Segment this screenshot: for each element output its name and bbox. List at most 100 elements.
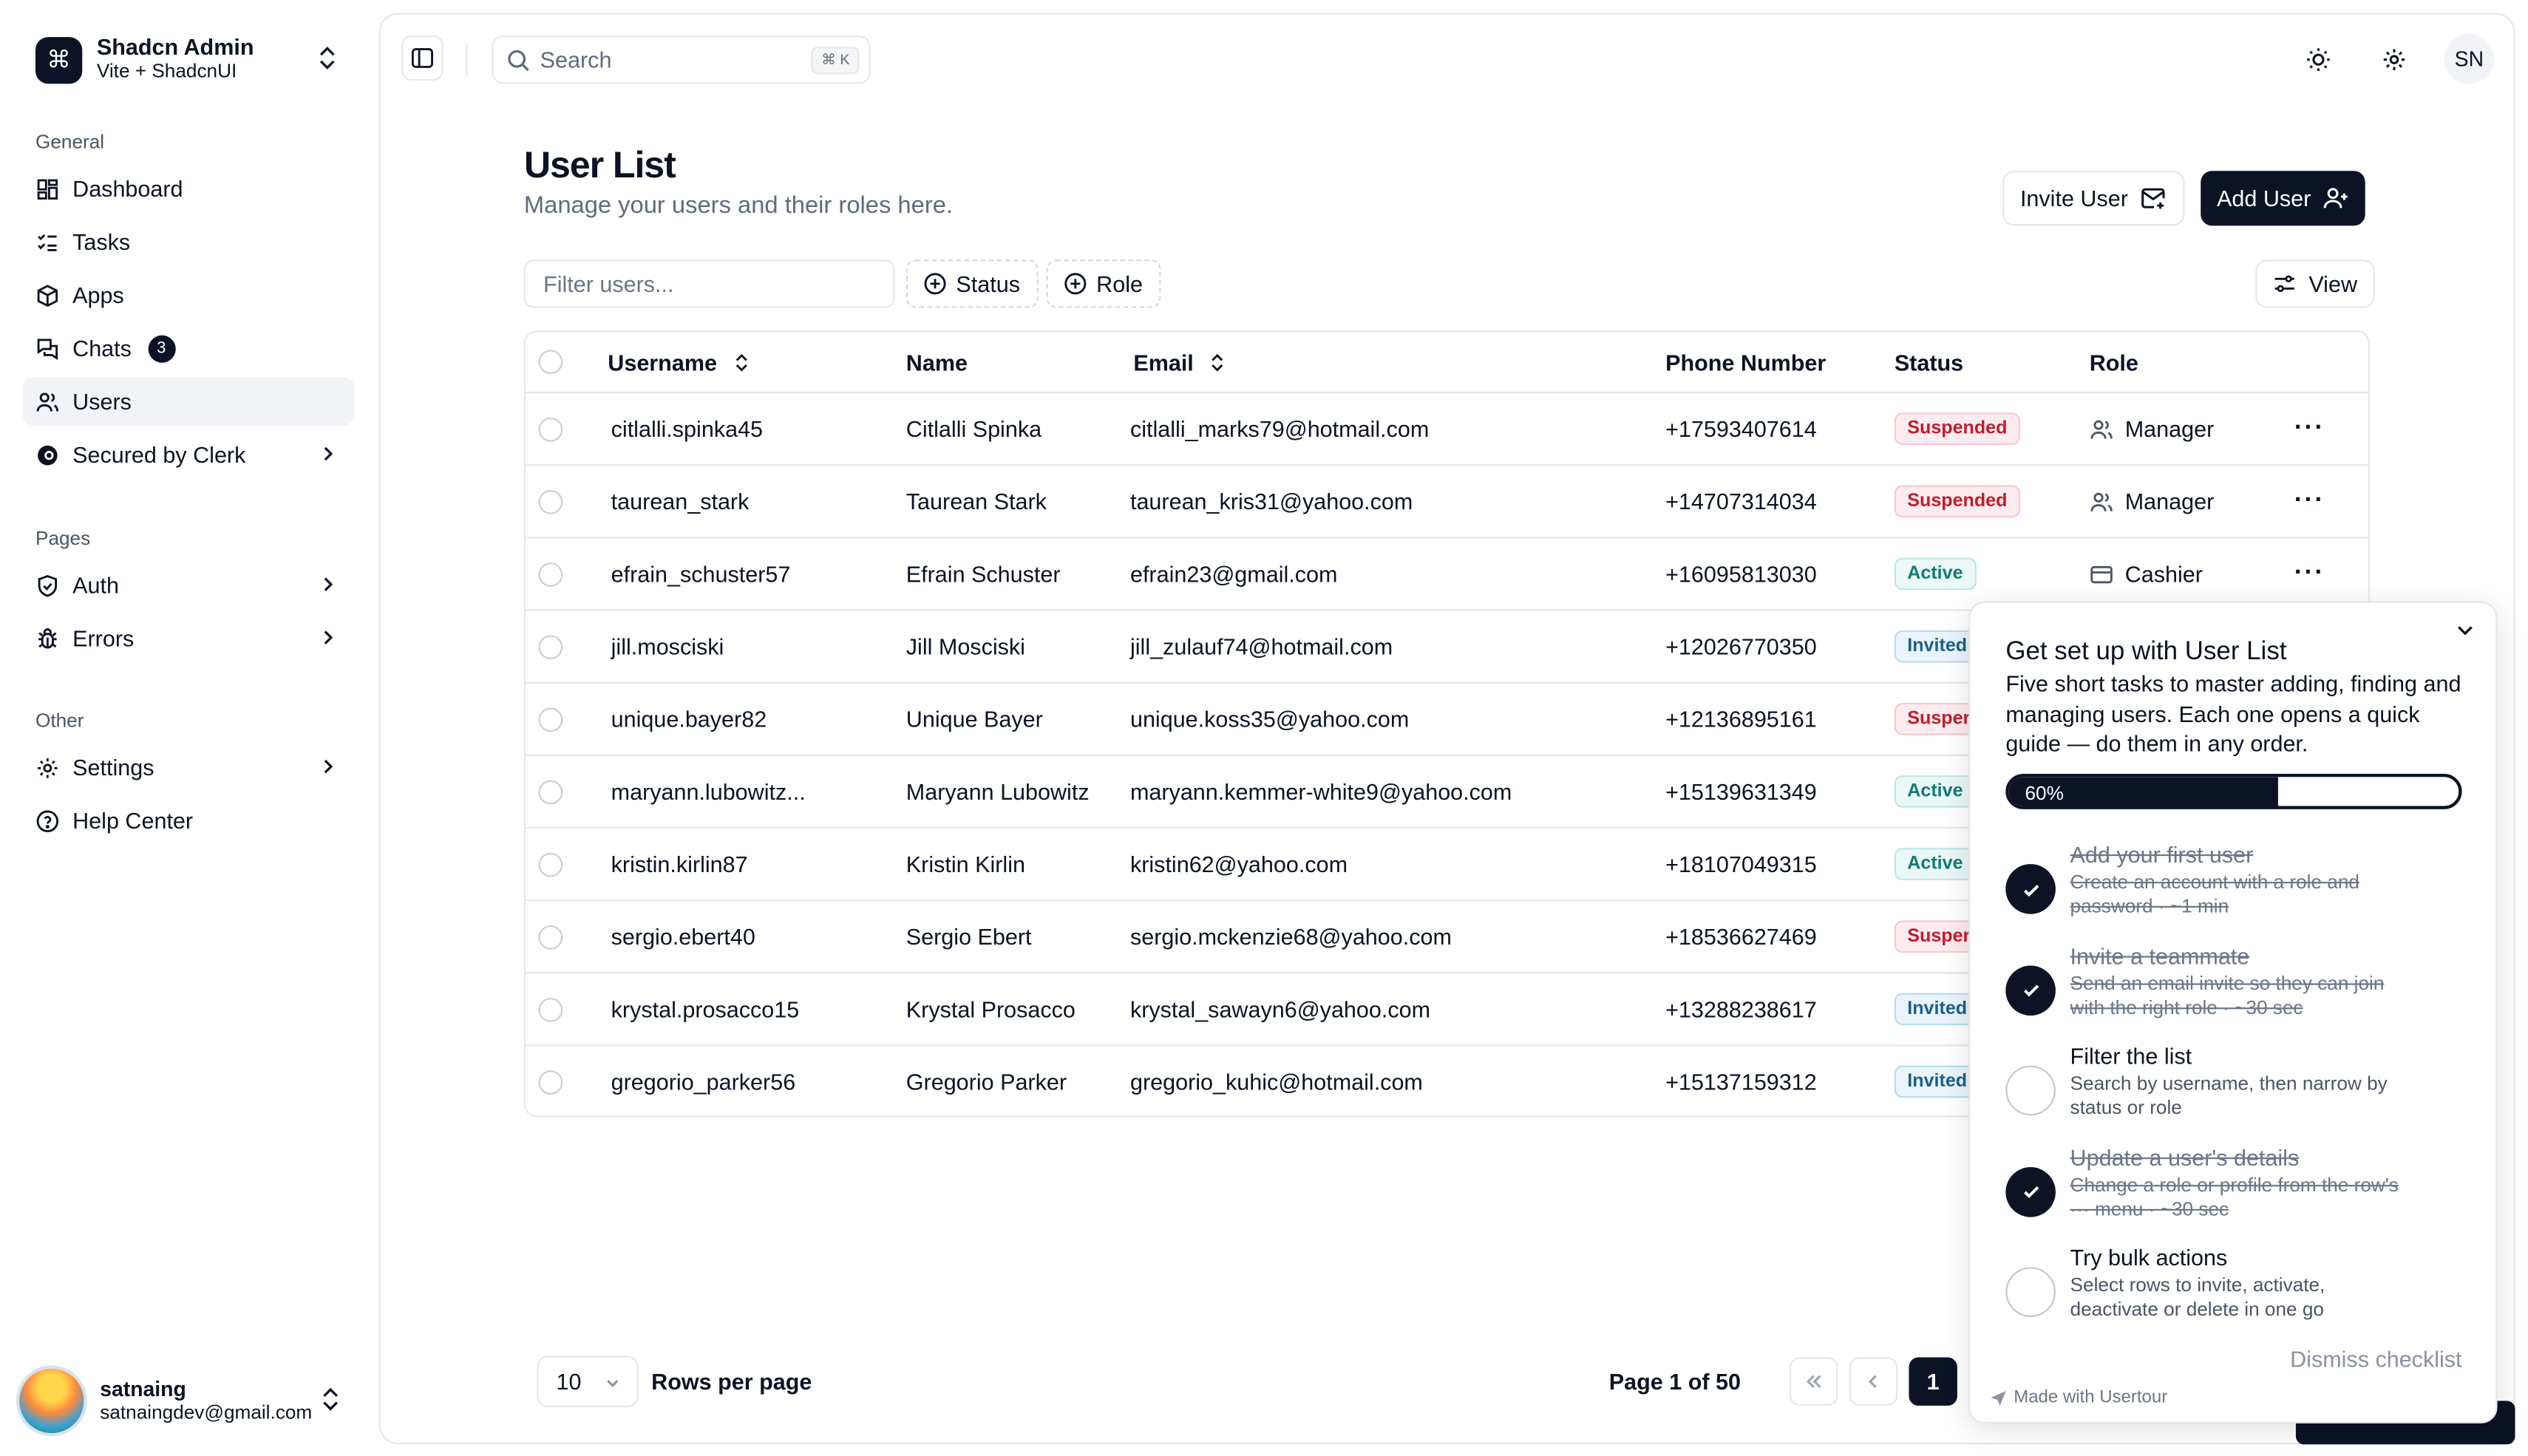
list-checks-icon xyxy=(38,233,57,251)
email-cell: taurean_kris31@yahoo.com xyxy=(1129,488,1413,514)
check-icon xyxy=(2005,1166,2056,1217)
task-title: Update a user's details xyxy=(2070,1143,2300,1170)
sidebar-item-errors[interactable]: Errors xyxy=(23,614,355,662)
sidebar: ⌘ Shadcn Admin Vite + ShadcnUI General D… xyxy=(0,0,378,1456)
name-cell: Unique Bayer xyxy=(905,706,1043,732)
task-title: Try bulk actions xyxy=(2070,1244,2228,1270)
select-all-checkbox[interactable] xyxy=(538,350,563,375)
settings-icon xyxy=(2383,49,2405,70)
role-filter-label: Role xyxy=(1096,271,1143,297)
row-actions-button[interactable]: ··· xyxy=(2294,393,2325,464)
chevron-down-icon[interactable] xyxy=(2454,619,2477,642)
filter-users-input[interactable] xyxy=(523,259,895,308)
chevrons-up-down-icon xyxy=(319,47,335,69)
sidebar-item-help-center[interactable]: Help Center xyxy=(23,796,355,844)
status-column-header: Status xyxy=(1894,349,1964,375)
users-icon xyxy=(36,392,59,411)
sidebar-item-dashboard[interactable]: Dashboard xyxy=(23,164,355,212)
status-filter-button[interactable]: Status xyxy=(905,259,1038,308)
username-cell: unique.bayer82 xyxy=(611,706,767,732)
add-user-button[interactable]: Add User xyxy=(2201,171,2366,226)
clerk-icon xyxy=(38,444,58,465)
first-page-button[interactable] xyxy=(1790,1357,1838,1406)
plus-circle-icon xyxy=(1064,273,1087,295)
checklist-task[interactable]: Add your first user Create an account wit… xyxy=(2005,842,2473,922)
email-cell: maryann.kemmer-white9@yahoo.com xyxy=(1129,778,1512,805)
page-subtitle: Manage your users and their roles here. xyxy=(523,191,954,220)
team-switcher[interactable]: ⌘ Shadcn Admin Vite + ShadcnUI xyxy=(23,23,355,97)
add-user-label: Add User xyxy=(2217,185,2311,211)
username-cell: sergio.ebert40 xyxy=(611,923,755,950)
phone-column-header: Phone Number xyxy=(1665,349,1827,375)
sidebar-item-tasks[interactable]: Tasks xyxy=(23,217,355,265)
row-checkbox[interactable] xyxy=(538,634,563,659)
progress-label: 60% xyxy=(2025,781,2064,805)
name-cell: Sergio Ebert xyxy=(905,923,1032,950)
checklist-task[interactable]: Invite a teammate Send an email invite so… xyxy=(2005,942,2473,1023)
username-cell: gregorio_parker56 xyxy=(611,1069,796,1095)
chevrons-left-icon xyxy=(1806,1375,1821,1388)
search-placeholder: Search xyxy=(540,47,612,73)
role-filter-button[interactable]: Role xyxy=(1046,259,1161,308)
row-checkbox[interactable] xyxy=(538,779,563,804)
row-checkbox[interactable] xyxy=(538,707,563,732)
sidebar-item-settings[interactable]: Settings xyxy=(23,743,355,791)
chat-icon xyxy=(37,338,58,360)
mail-plus-icon xyxy=(2141,188,2165,209)
checklist-task[interactable]: Update a user's details Change a role or … xyxy=(2005,1144,2473,1225)
row-checkbox[interactable] xyxy=(538,416,563,441)
row-checkbox[interactable] xyxy=(538,924,563,949)
status-badge: Invited xyxy=(1894,630,1980,663)
task-title: Add your first user xyxy=(2070,841,2254,868)
sidebar-toggle-button[interactable] xyxy=(401,35,444,81)
made-with-link[interactable]: Made with Usertour xyxy=(1990,1388,2167,1407)
panel-left-icon xyxy=(411,48,433,68)
sidebar-item-chats[interactable]: Chats 3 xyxy=(23,324,355,372)
name-column-header: Name xyxy=(905,349,968,375)
theme-toggle-button[interactable] xyxy=(2294,35,2342,84)
rows-per-page-select[interactable]: 10 xyxy=(537,1355,639,1408)
role-column-header: Role xyxy=(2089,349,2138,375)
name-cell: Krystal Prosacco xyxy=(905,996,1076,1022)
sidebar-item-users[interactable]: Users xyxy=(22,377,355,426)
checklist-task[interactable]: Filter the list Search by username, then … xyxy=(2005,1043,2473,1123)
profile-avatar-button[interactable]: SN xyxy=(2444,33,2495,84)
row-checkbox[interactable] xyxy=(538,851,563,877)
invite-user-button[interactable]: Invite User xyxy=(2002,171,2185,226)
page-1-button[interactable]: 1 xyxy=(1909,1357,1957,1406)
check-icon xyxy=(2005,965,2056,1016)
settings-button[interactable] xyxy=(2370,35,2418,84)
status-badge: Active xyxy=(1894,557,1977,591)
dismiss-checklist-button[interactable]: Dismiss checklist xyxy=(2290,1346,2461,1372)
name-cell: Kristin Kirlin xyxy=(905,851,1025,877)
send-icon xyxy=(1991,1390,2006,1406)
row-checkbox[interactable] xyxy=(538,997,563,1021)
task-description: Send an email invite so they can join wi… xyxy=(2070,971,2385,1018)
row-checkbox[interactable] xyxy=(538,1069,563,1094)
empty-circle-icon xyxy=(2005,1267,2056,1317)
page-size-value: 10 xyxy=(556,1368,582,1395)
phone-cell: +15137159312 xyxy=(1665,1069,1817,1095)
phone-cell: +12136895161 xyxy=(1665,706,1817,732)
checklist-task[interactable]: Try bulk actions Select rows to invite, a… xyxy=(2005,1245,2473,1325)
row-actions-button[interactable]: ··· xyxy=(2294,466,2325,537)
sidebar-item-apps[interactable]: Apps xyxy=(23,271,355,319)
header-divider xyxy=(466,41,468,78)
phone-cell: +13288238617 xyxy=(1665,996,1817,1022)
email-column-header[interactable]: Email xyxy=(1133,332,1226,392)
credit-card-icon xyxy=(2090,565,2113,583)
sidebar-item-secured-by-clerk[interactable]: Secured by Clerk xyxy=(23,430,355,478)
checklist-description: Five short tasks to master adding, findi… xyxy=(2005,670,2461,756)
table-row: citlalli.spinka45 Citlalli Spinka citlalli… xyxy=(526,393,2369,466)
user-menu[interactable]: satnaing satnaingdev@gmail.com xyxy=(16,1364,358,1438)
sidebar-item-auth[interactable]: Auth xyxy=(23,561,355,609)
search-button[interactable]: Search ⌘ K xyxy=(492,35,871,84)
row-checkbox[interactable] xyxy=(538,562,563,586)
user-plus-icon xyxy=(2324,188,2348,208)
row-actions-button[interactable]: ··· xyxy=(2294,538,2325,609)
view-options-button[interactable]: View xyxy=(2255,259,2375,308)
task-description: Select rows to invite, activate, deactiv… xyxy=(2070,1273,2325,1321)
previous-page-button[interactable] xyxy=(1849,1357,1898,1406)
row-checkbox[interactable] xyxy=(538,489,563,514)
username-column-header[interactable]: Username xyxy=(608,332,749,392)
